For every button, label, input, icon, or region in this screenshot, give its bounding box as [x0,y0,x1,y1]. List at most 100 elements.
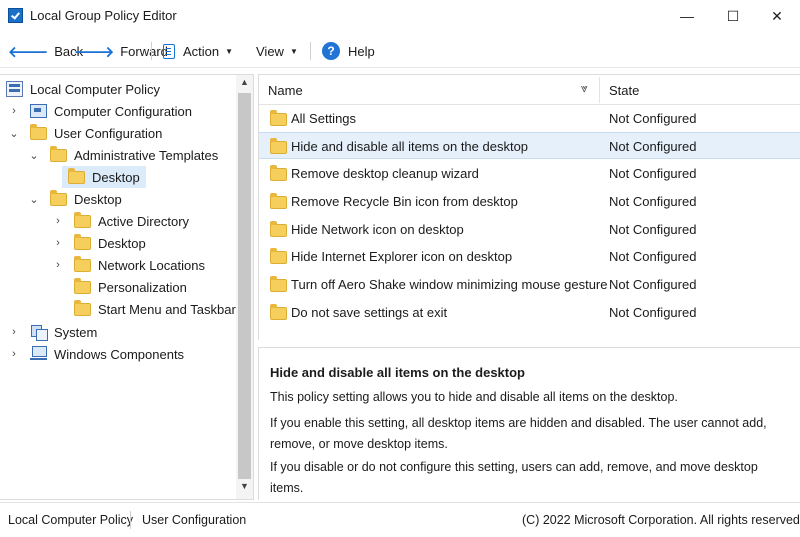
back-button[interactable]: 🡐 Back [8,40,83,62]
chevron-right-icon[interactable]: › [8,105,20,117]
forward-label: Forward [120,43,168,59]
column-divider[interactable] [599,77,600,103]
title-bar: Local Group Policy Editor — ☐ ✕ [0,0,800,32]
setting-state: Not Configured [609,194,697,209]
folder-icon [50,145,67,162]
minimize-button[interactable]: — [664,0,710,32]
list-item[interactable]: Do not save settings at exit Not Configu… [259,299,800,326]
help-icon: ? [322,42,340,60]
setting-state: Not Configured [609,277,697,292]
close-button[interactable]: ✕ [754,0,800,32]
chevron-right-icon[interactable]: › [52,237,64,249]
scrollbar-thumb[interactable] [238,93,251,479]
setting-name: Hide and disable all items on the deskto… [291,139,529,154]
tree-node-local-computer-policy[interactable]: Local Computer Policy [6,78,160,100]
status-separator [130,511,131,529]
chevron-down-icon: ▼ [289,46,298,56]
column-header-state[interactable]: State [609,83,639,98]
tree-node-windows-components[interactable]: › Windows Components [8,343,184,365]
chevron-down-icon[interactable]: ⌄ [8,127,20,140]
forward-button[interactable]: 🡒 Forward [74,40,168,62]
system-icon [30,324,48,341]
list-item[interactable]: All Settings Not Configured [259,105,800,132]
folder-icon [30,123,47,140]
tree-node-label: Start Menu and Taskbar [98,301,236,317]
tree-node-system[interactable]: › System [8,321,97,343]
tree-node-active-directory[interactable]: › Active Directory [52,210,189,232]
view-menu-button[interactable]: View ▼ [256,40,298,62]
tree-node-administrative-templates[interactable]: ⌄ Administrative Templates [28,144,218,166]
description-pane: Hide and disable all items on the deskto… [258,347,800,500]
status-copyright: (C) 2022 Microsoft Corporation. All righ… [522,513,800,527]
window-title: Local Group Policy Editor [30,8,177,23]
description-paragraph: This policy setting allows you to hide a… [270,390,678,404]
setting-state: Not Configured [609,139,697,154]
setting-state: Not Configured [609,222,697,237]
chevron-right-icon[interactable]: › [8,326,20,338]
group-policy-app-icon [8,8,23,23]
tree-node-label: Windows Components [54,346,185,362]
chevron-right-icon[interactable]: › [8,348,20,360]
list-item[interactable]: Turn off Aero Shake window minimizing mo… [259,271,800,298]
tree-node-label: Desktop [74,191,122,207]
action-label: Action [183,43,220,59]
setting-name: Remove desktop cleanup wizard [291,166,479,181]
list-item[interactable]: Remove desktop cleanup wizard Not Config… [259,160,800,187]
tree-node-label: Computer Configuration [54,103,193,119]
selected-highlight: Desktop [62,166,146,188]
chevron-down-icon[interactable]: ⌄ [28,193,40,206]
folder-icon [270,221,287,237]
help-button[interactable]: ? Help [322,40,375,62]
tree-node-desktop-selected[interactable]: Desktop [62,166,146,188]
setting-name: Hide Network icon on desktop [291,222,464,237]
folder-icon [270,276,287,292]
action-menu-button[interactable]: Action ▼ [163,40,233,62]
tree-node-user-configuration[interactable]: ⌄ User Configuration [8,122,162,144]
chevron-right-icon[interactable]: › [52,215,64,227]
status-bar: Local Computer Policy User Configuration… [0,502,800,537]
tree-node-label: User Configuration [54,125,163,141]
scroll-up-icon[interactable]: ▲ [236,77,253,87]
chevron-down-icon[interactable]: ⌄ [28,149,40,162]
folder-icon [68,167,85,184]
tree-node-label: Personalization [98,279,187,295]
maximize-button[interactable]: ☐ [710,0,756,32]
tree-node-personalization[interactable]: Personalization [74,276,187,298]
sort-icon[interactable]: ⩔ [581,81,588,96]
tree-node-label: Administrative Templates [74,147,219,163]
toolbar-separator [310,42,311,60]
windows-components-icon [30,346,47,362]
setting-name: Turn off Aero Shake window minimizing mo… [291,277,608,292]
scroll-down-icon[interactable]: ▼ [236,481,253,491]
tree-node-label: Local Computer Policy [30,81,161,97]
help-label: Help [348,43,375,59]
tree-scrollbar[interactable]: ▲ ▼ [236,75,253,499]
folder-icon [74,233,91,250]
tree-node-computer-configuration[interactable]: › Computer Configuration [8,100,192,122]
setting-name: Hide Internet Explorer icon on desktop [291,249,513,264]
tree-node-network-locations[interactable]: › Network Locations [52,254,205,276]
status-node: User Configuration [142,513,247,527]
list-item[interactable]: Hide Network icon on desktop Not Configu… [259,216,800,243]
setting-state: Not Configured [609,166,697,181]
chevron-right-icon[interactable]: › [52,259,64,271]
forward-arrow-icon: 🡒 [74,43,115,61]
column-header-name[interactable]: Name [268,83,303,98]
folder-icon [270,110,287,126]
setting-state: Not Configured [609,305,697,320]
setting-name: Remove Recycle Bin icon from desktop [291,194,518,209]
tree-node-desktop[interactable]: ⌄ Desktop [28,188,122,210]
folder-icon [270,304,287,320]
folder-icon [270,248,287,264]
toolbar-separator [151,42,152,60]
tree-node-start-menu-and-taskbar[interactable]: Start Menu and Taskbar [74,298,236,320]
list-item-selected[interactable]: Hide and disable all items on the deskto… [259,132,800,159]
list-item[interactable]: Remove Recycle Bin icon from desktop Not… [259,188,800,215]
setting-state: Not Configured [609,111,697,126]
list-item[interactable]: Hide Internet Explorer icon on desktop N… [259,243,800,270]
tree-node-desktop-sub[interactable]: › Desktop [52,232,146,254]
tree-node-label: Desktop [92,169,140,185]
computer-icon [30,104,47,118]
action-icon [163,43,175,59]
toolbar: 🡐 Back 🡒 Forward Action ▼ View ▼ ? Help [0,32,800,68]
